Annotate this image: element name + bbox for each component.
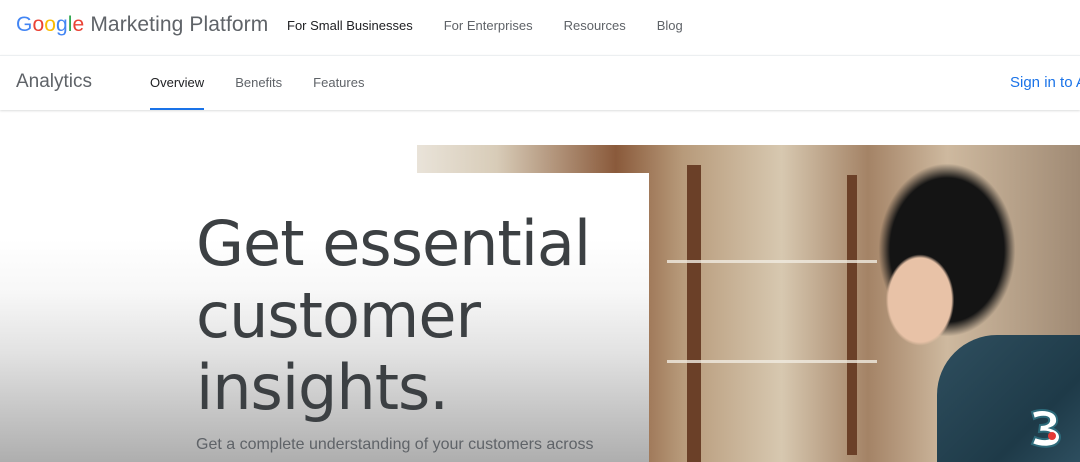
logo-suffix: Marketing Platform bbox=[90, 13, 269, 36]
top-navigation-bar: Google Marketing Platform For Small Busi… bbox=[0, 0, 1080, 54]
tab-features[interactable]: Features bbox=[313, 56, 364, 110]
google-wordmark: Google bbox=[16, 13, 84, 37]
hero-section: Get essential customer insights. Get a c… bbox=[0, 110, 1080, 462]
google-letter: G bbox=[16, 13, 33, 36]
google-letter: o bbox=[32, 13, 45, 36]
google-letter: e bbox=[72, 13, 85, 36]
tab-overview[interactable]: Overview bbox=[150, 56, 205, 110]
nav-link-for-small-businesses[interactable]: For Small Businesses bbox=[287, 18, 413, 33]
hero-subtext: Get a complete understanding of your cus… bbox=[196, 436, 594, 453]
shelf-board bbox=[667, 360, 877, 363]
shelf-board bbox=[667, 260, 877, 263]
shelf-post bbox=[687, 165, 701, 462]
hero-background-top bbox=[0, 110, 417, 173]
product-tabs: Overview Benefits Features bbox=[150, 56, 395, 110]
hero-headline: Get essential customer insights. bbox=[196, 207, 591, 424]
google-marketing-platform-logo[interactable]: Google Marketing Platform bbox=[16, 13, 268, 37]
sign-in-link[interactable]: Sign in to A bbox=[1010, 74, 1080, 91]
google-letter: g bbox=[56, 13, 68, 36]
top-nav-links: For Small Businesses For Enterprises Res… bbox=[287, 18, 714, 33]
nav-link-resources[interactable]: Resources bbox=[564, 18, 626, 33]
tab-benefits[interactable]: Benefits bbox=[235, 56, 282, 110]
nav-link-for-enterprises[interactable]: For Enterprises bbox=[444, 18, 533, 33]
woman-face bbox=[875, 245, 970, 355]
nav-link-blog[interactable]: Blog bbox=[657, 18, 683, 33]
b-logo-icon bbox=[1030, 409, 1061, 448]
google-letter: o bbox=[44, 13, 56, 36]
product-navigation-bar: Analytics Overview Benefits Features Sig… bbox=[0, 55, 1080, 110]
product-title[interactable]: Analytics bbox=[16, 71, 92, 93]
